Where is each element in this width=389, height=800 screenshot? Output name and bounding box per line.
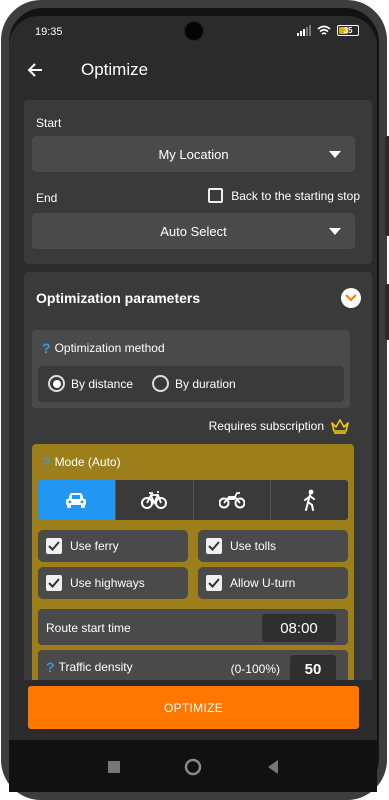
question-icon[interactable]: ? <box>42 454 51 470</box>
car-icon <box>66 493 87 508</box>
page-title: Optimize <box>81 60 149 79</box>
mode-label: Mode (Auto) <box>54 455 121 469</box>
chevron-down-icon <box>345 294 357 302</box>
power-button <box>385 284 389 340</box>
back-button[interactable] <box>23 58 47 82</box>
collapse-button[interactable] <box>341 288 361 308</box>
caret-down-icon <box>329 151 341 158</box>
mode-label-row: ? Mode (Auto) <box>42 454 121 470</box>
end-dropdown[interactable]: Auto Select <box>32 213 355 249</box>
checkbox-icon <box>208 188 224 203</box>
checkbox-checked-icon <box>206 575 222 591</box>
arrow-left-icon <box>27 63 42 77</box>
checkbox-checked-icon <box>46 538 62 554</box>
content-area[interactable]: Start My Location End Back to the starti… <box>9 100 377 696</box>
back-nav-button[interactable] <box>261 755 285 779</box>
mode-bicycle-button[interactable] <box>116 480 194 520</box>
back-to-start-checkbox[interactable]: Back to the starting stop <box>208 188 360 203</box>
status-icons: 35 <box>297 25 359 36</box>
start-label: Start <box>36 116 62 130</box>
start-value: My Location <box>158 146 229 162</box>
radio-label: By duration <box>175 376 236 391</box>
back-to-start-label: Back to the starting stop <box>231 188 360 203</box>
params-card: Optimization parameters ? Optimization m… <box>24 272 372 696</box>
app-bar: Optimize <box>9 48 377 92</box>
route-card: Start My Location End Back to the starti… <box>24 100 372 264</box>
route-start-time-label: Route start time <box>46 621 131 635</box>
radio-by-distance[interactable]: By distance <box>48 375 133 392</box>
end-label: End <box>36 191 58 205</box>
caret-down-icon <box>329 228 341 235</box>
radio-unselected-icon <box>152 375 169 392</box>
question-icon[interactable]: ? <box>46 659 55 675</box>
wifi-icon <box>317 25 331 35</box>
bicycle-icon <box>141 491 168 509</box>
allow-uturn-checkbox[interactable]: Allow U-turn <box>198 567 348 599</box>
start-dropdown[interactable]: My Location <box>32 136 355 172</box>
traffic-density-label-row: ? Traffic density <box>46 659 133 675</box>
front-camera <box>184 21 204 41</box>
circle-icon <box>184 758 202 776</box>
checkbox-checked-icon <box>206 538 222 554</box>
status-time: 19:35 <box>35 26 63 38</box>
traffic-density-input[interactable]: 50 <box>290 655 336 683</box>
params-title: Optimization parameters <box>36 290 201 306</box>
subscription-label: Requires subscription <box>208 419 324 433</box>
route-start-time-row: Route start time 08:00 <box>38 609 348 645</box>
volume-button <box>385 136 389 236</box>
use-tolls-label: Use tolls <box>230 539 277 553</box>
mode-car-button[interactable] <box>38 480 116 520</box>
screen: 19:35 35 Optimize Start My Location End … <box>9 16 377 792</box>
radio-by-duration[interactable]: By duration <box>152 375 236 392</box>
method-card: ? Optimization method By distance By dur… <box>32 330 350 408</box>
triangle-back-icon <box>268 760 278 774</box>
subscription-note[interactable]: Requires subscription <box>209 418 350 434</box>
use-ferry-label: Use ferry <box>70 539 119 553</box>
system-nav-bar <box>9 740 377 792</box>
route-start-time-input[interactable]: 08:00 <box>262 614 336 642</box>
end-value: Auto Select <box>160 223 227 239</box>
battery-level: 35 <box>343 26 353 35</box>
checkbox-checked-icon <box>46 575 62 591</box>
traffic-density-range: (0-100%) <box>230 662 280 676</box>
home-button[interactable] <box>181 755 205 779</box>
use-highways-label: Use highways <box>70 576 145 590</box>
square-icon <box>108 761 120 773</box>
mode-walking-button[interactable] <box>271 480 348 520</box>
premium-options-card: ? Mode (Auto) Use ferry Use tolls Use hi… <box>32 444 354 696</box>
battery-icon: 35 <box>337 25 359 36</box>
use-highways-checkbox[interactable]: Use highways <box>38 567 188 599</box>
mode-selector <box>38 480 348 520</box>
radio-label: By distance <box>71 376 134 391</box>
motorcycle-icon <box>218 492 245 509</box>
traffic-density-label: Traffic density <box>58 660 133 674</box>
method-label: Optimization method <box>54 341 165 355</box>
status-bar: 19:35 35 <box>9 16 377 48</box>
method-radio-group: By distance By duration <box>38 366 344 402</box>
allow-uturn-label: Allow U-turn <box>230 576 296 590</box>
optimize-button[interactable]: OPTIMIZE <box>28 686 359 729</box>
phone-frame: 19:35 35 Optimize Start My Location End … <box>1 0 389 800</box>
method-label-row: ? Optimization method <box>42 340 165 356</box>
walking-icon <box>303 489 315 511</box>
recents-button[interactable] <box>102 755 126 779</box>
use-ferry-checkbox[interactable]: Use ferry <box>38 530 188 562</box>
mode-motorcycle-button[interactable] <box>194 480 272 520</box>
bottom-action-area: OPTIMIZE <box>9 680 377 740</box>
use-tolls-checkbox[interactable]: Use tolls <box>198 530 348 562</box>
question-icon[interactable]: ? <box>42 340 51 356</box>
radio-selected-icon <box>48 375 65 392</box>
crown-icon <box>331 419 349 434</box>
signal-icon <box>297 25 311 36</box>
